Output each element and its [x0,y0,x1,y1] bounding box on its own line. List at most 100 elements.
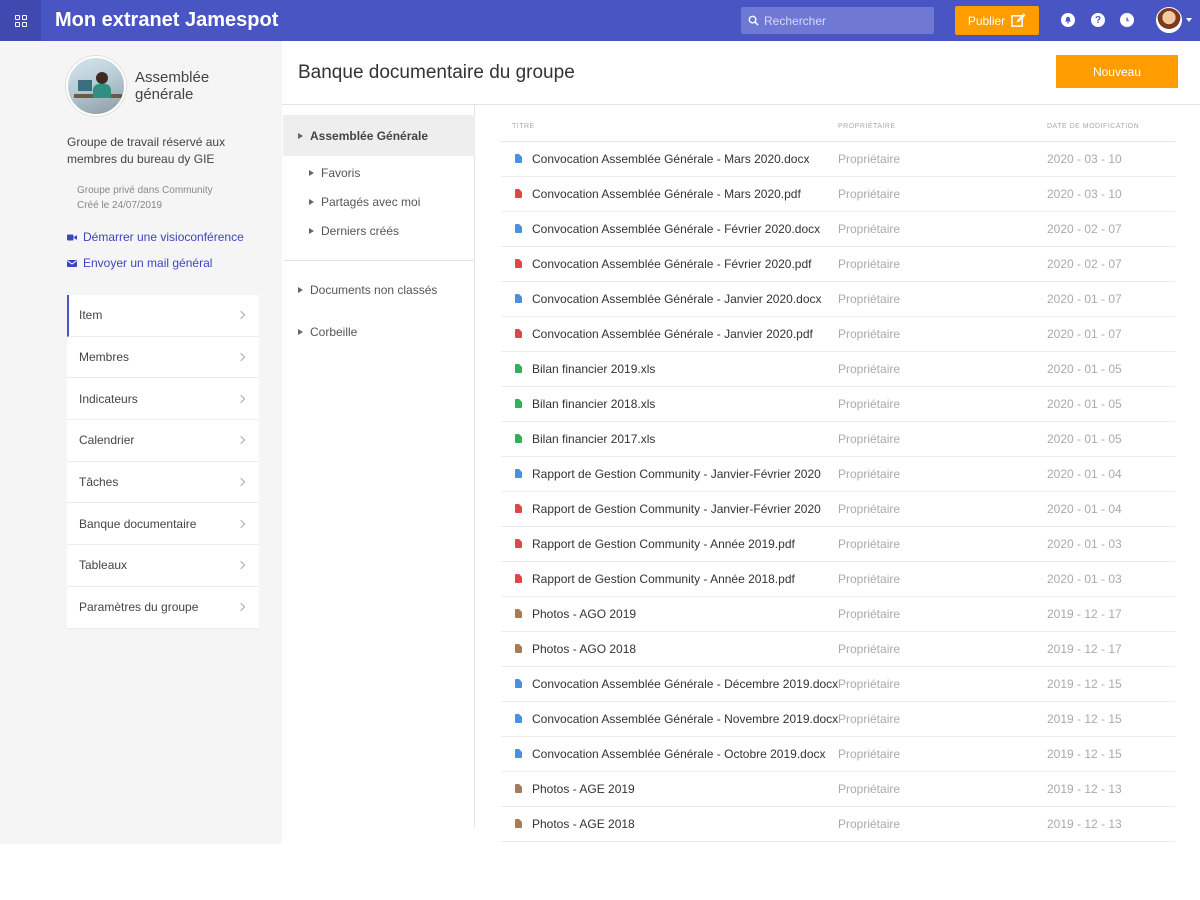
table-row[interactable]: Convocation Assemblée Générale - Janvier… [501,317,1175,352]
table-row[interactable]: Bilan financier 2017.xls Propriétaire 2020… [501,422,1175,457]
document-title[interactable]: Convocation Assemblée Générale - Janvier… [532,292,822,306]
table-row[interactable]: Photos - AGE 2018 Propriétaire 2019 - 12 -… [501,807,1175,842]
help-icon[interactable]: ? [1091,13,1105,27]
bell-icon[interactable] [1061,13,1075,27]
start-video-conference-label: Démarrer une visioconférence [83,230,244,244]
document-title[interactable]: Photos - AGE 2018 [532,817,635,831]
tree-item-label: Favoris [321,166,361,180]
document-modified-date: 2020 - 01 - 05 [1047,397,1122,411]
user-avatar[interactable] [1156,7,1182,33]
group-sidebar: Assemblée générale Groupe de travail rés… [0,41,282,844]
sidebar-item-parametres-du-groupe[interactable]: Paramètres du groupe [67,587,259,629]
table-row[interactable]: Rapport de Gestion Community - Année 201… [501,527,1175,562]
document-title[interactable]: Rapport de Gestion Community - Année 201… [532,537,795,551]
group-avatar [66,56,126,116]
tree-item-derniers-crees[interactable]: Derniers créés [309,224,399,238]
send-mail-label: Envoyer un mail général [83,256,213,270]
search-input[interactable] [764,13,924,28]
caret-right-icon [309,228,314,234]
tree-item-corbeille[interactable]: Corbeille [298,325,357,339]
table-row[interactable]: Convocation Assemblée Générale - Décembr… [501,667,1175,702]
caret-right-icon [309,170,314,176]
search-box[interactable] [741,7,934,34]
tree-item-assemblee-generale[interactable]: Assemblée Générale [283,115,475,156]
document-title[interactable]: Photos - AGO 2019 [532,607,636,621]
chevron-down-icon[interactable] [1186,18,1192,22]
document-owner: Propriétaire [838,432,901,446]
table-row[interactable]: Bilan financier 2019.xls Propriétaire 2020… [501,352,1175,387]
document-title[interactable]: Convocation Assemblée Générale - Octobre… [532,747,826,761]
start-video-conference-link[interactable]: Démarrer une visioconférence [67,230,244,244]
tree-item-favoris[interactable]: Favoris [309,166,360,180]
document-title[interactable]: Convocation Assemblée Générale - Janvier… [532,327,813,341]
sidebar-item-calendrier[interactable]: Calendrier [67,420,259,462]
document-modified-date: 2020 - 01 - 07 [1047,327,1122,341]
document-title[interactable]: Convocation Assemblée Générale - Mars 20… [532,187,801,201]
column-date-header[interactable]: DATE DE MODIFICATION [1047,123,1139,130]
folder-icon [515,644,522,653]
table-row[interactable]: Photos - AGE 2019 Propriétaire 2019 - 12 -… [501,772,1175,807]
document-owner: Propriétaire [838,642,901,656]
table-row[interactable]: Photos - AGO 2019 Propriétaire 2019 - 12 -… [501,597,1175,632]
caret-right-icon [298,132,303,139]
sidebar-item-taches[interactable]: Tâches [67,462,259,504]
app-title[interactable]: Mon extranet Jamespot [55,9,278,32]
document-title[interactable]: Bilan financier 2017.xls [532,432,655,446]
document-modified-date: 2020 - 02 - 07 [1047,222,1122,236]
video-camera-icon [67,234,77,240]
document-modified-date: 2020 - 01 - 07 [1047,292,1122,306]
table-row[interactable]: Convocation Assemblée Générale - Octobre… [501,737,1175,772]
column-title-header[interactable]: TITRE [512,123,535,130]
table-row[interactable]: Rapport de Gestion Community - Janvier-F… [501,457,1175,492]
tree-item-documents-non-classes[interactable]: Documents non classés [298,283,437,297]
document-owner: Propriétaire [838,572,901,586]
document-title[interactable]: Rapport de Gestion Community - Janvier-F… [532,502,821,516]
document-modified-date: 2020 - 01 - 03 [1047,537,1122,551]
new-button[interactable]: Nouveau [1056,55,1178,88]
document-owner: Propriétaire [838,222,901,236]
table-row[interactable]: Convocation Assemblée Générale - Janvier… [501,282,1175,317]
sidebar-item-membres[interactable]: Membres [67,337,259,379]
apps-grid-icon[interactable] [0,0,41,41]
doc-file-icon [515,714,522,723]
folder-icon [515,784,522,793]
document-title[interactable]: Convocation Assemblée Générale - Décembr… [532,677,838,691]
table-row[interactable]: Convocation Assemblée Générale - Novembr… [501,702,1175,737]
table-row[interactable]: Rapport de Gestion Community - Année 201… [501,562,1175,597]
document-title[interactable]: Convocation Assemblée Générale - Février… [532,222,820,236]
folder-tree: Assemblée Générale Favoris Partagés avec… [283,105,475,827]
tree-item-partages[interactable]: Partagés avec moi [309,195,420,209]
sidebar-item-item[interactable]: Item [67,295,259,337]
document-owner: Propriétaire [838,327,901,341]
document-title[interactable]: Convocation Assemblée Générale - Novembr… [532,712,838,726]
clock-icon[interactable] [1120,13,1134,27]
sidebar-item-tableaux[interactable]: Tableaux [67,545,259,587]
table-row[interactable]: Bilan financier 2018.xls Propriétaire 2020… [501,387,1175,422]
xls-file-icon [515,434,522,443]
document-title[interactable]: Bilan financier 2018.xls [532,397,655,411]
document-title[interactable]: Rapport de Gestion Community - Année 201… [532,572,795,586]
doc-file-icon [515,294,522,303]
table-row[interactable]: Convocation Assemblée Générale - Mars 20… [501,142,1175,177]
table-row[interactable]: Convocation Assemblée Générale - Mars 20… [501,177,1175,212]
document-title[interactable]: Photos - AGE 2019 [532,782,635,796]
document-modified-date: 2020 - 01 - 03 [1047,572,1122,586]
tree-item-label: Corbeille [310,325,358,339]
document-owner: Propriétaire [838,397,901,411]
table-row[interactable]: Convocation Assemblée Générale - Février… [501,212,1175,247]
document-title[interactable]: Photos - AGO 2018 [532,642,636,656]
column-owner-header[interactable]: PROPRIÉTAIRE [838,123,896,130]
table-row[interactable]: Rapport de Gestion Community - Janvier-F… [501,492,1175,527]
document-title[interactable]: Rapport de Gestion Community - Janvier-F… [532,467,821,481]
publish-button[interactable]: Publier [955,6,1039,35]
document-title[interactable]: Bilan financier 2019.xls [532,362,655,376]
table-row[interactable]: Convocation Assemblée Générale - Février… [501,247,1175,282]
document-owner: Propriétaire [838,187,901,201]
sidebar-item-indicateurs[interactable]: Indicateurs [67,378,259,421]
document-title[interactable]: Convocation Assemblée Générale - Mars 20… [532,152,809,166]
send-mail-link[interactable]: Envoyer un mail général [67,256,212,270]
document-title[interactable]: Convocation Assemblée Générale - Février… [532,257,812,271]
table-row[interactable]: Photos - AGO 2018 Propriétaire 2019 - 12 -… [501,632,1175,667]
document-modified-date: 2020 - 03 - 10 [1047,187,1122,201]
sidebar-item-banque-documentaire[interactable]: Banque documentaire [67,503,259,546]
